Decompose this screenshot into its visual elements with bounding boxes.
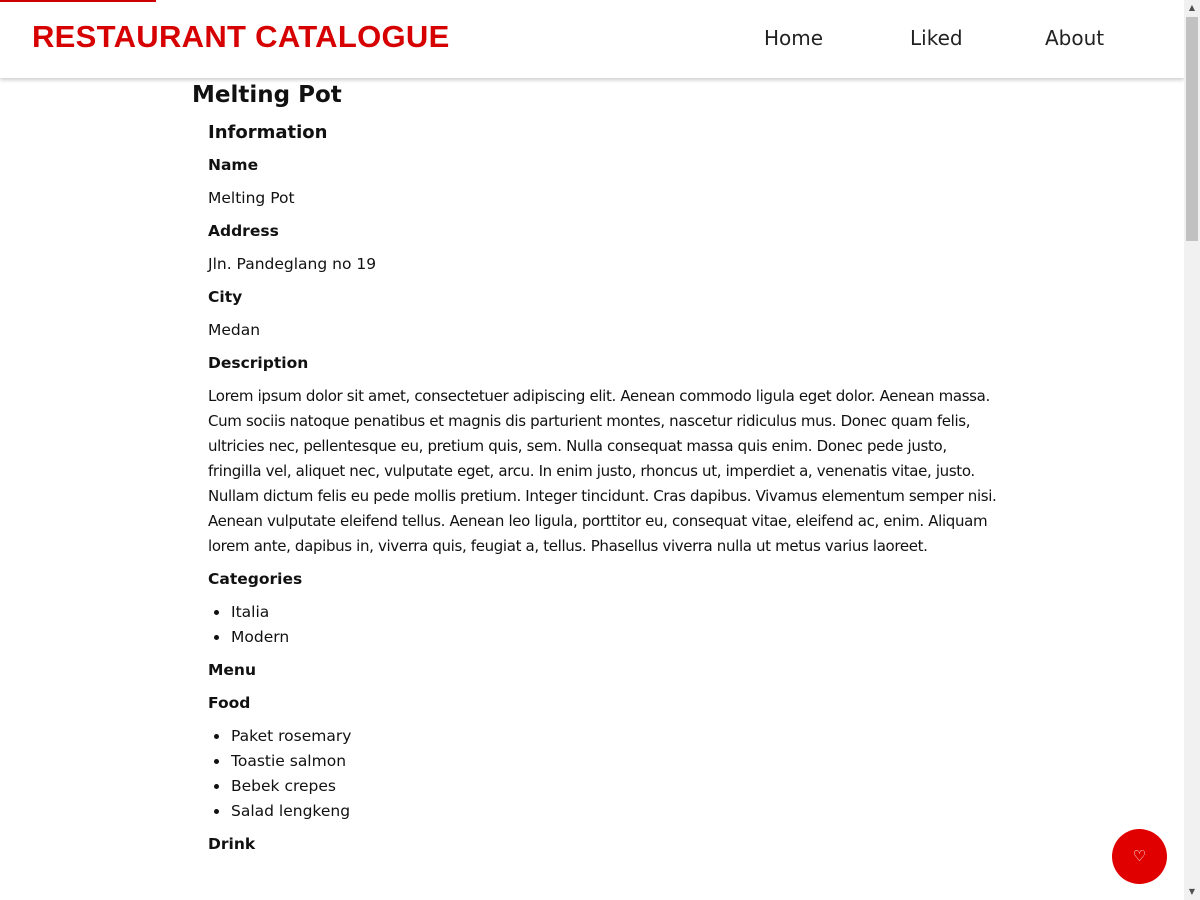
address-label: Address (208, 222, 279, 240)
drink-label: Drink (208, 835, 256, 853)
main-nav: Home Liked About (0, 26, 1184, 56)
nav-link-about[interactable]: About (1045, 26, 1104, 50)
description-text: Lorem ipsum dolor sit amet, consectetuer… (208, 387, 997, 555)
loading-progress-bar (0, 0, 156, 2)
city-label: City (208, 288, 243, 306)
nav-link-home[interactable]: Home (764, 26, 823, 50)
food-item: Paket rosemary (230, 724, 992, 749)
app-header: RESTAURANT CATALOGUE Home Liked About (0, 0, 1184, 78)
food-item: Toastie salmon (230, 749, 992, 774)
category-item: Italia (230, 600, 992, 625)
food-item: Bebek crepes (230, 774, 992, 799)
category-item: Modern (230, 625, 992, 650)
like-button[interactable]: ♡ (1112, 829, 1167, 884)
information-section: Information Name Melting Pot Address Jln… (208, 122, 997, 865)
food-item: Salad lengkeng (230, 799, 992, 824)
address-value: Jln. Pandeglang no 19 (208, 255, 377, 273)
restaurant-detail: Melting Pot Information Name Melting Pot… (192, 78, 997, 865)
heart-icon: ♡ (1132, 848, 1147, 865)
name-value: Melting Pot (208, 189, 295, 207)
page-scrollbar[interactable]: ▲ ▼ (1184, 0, 1200, 900)
food-list: Paket rosemary Toastie salmon Bebek crep… (208, 724, 992, 832)
menu-label: Menu (208, 661, 257, 679)
city-value: Medan (208, 321, 261, 339)
categories-label: Categories (208, 570, 303, 588)
description-label: Description (208, 354, 309, 372)
scroll-down-arrow-icon[interactable]: ▼ (1184, 884, 1200, 900)
food-label: Food (208, 694, 251, 712)
nav-link-liked[interactable]: Liked (910, 26, 963, 50)
page-title: Melting Pot (192, 82, 342, 108)
scrollbar-thumb[interactable] (1186, 17, 1198, 241)
categories-list: Italia Modern (208, 600, 992, 658)
scroll-up-arrow-icon[interactable]: ▲ (1184, 0, 1200, 16)
section-title: Information (208, 122, 328, 143)
name-label: Name (208, 156, 259, 174)
